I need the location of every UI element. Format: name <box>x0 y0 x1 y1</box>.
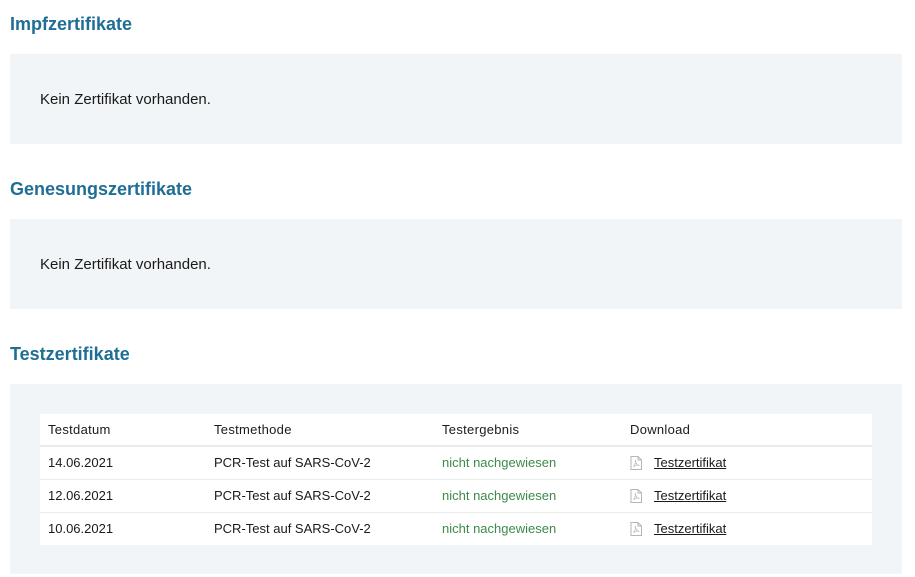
download-cell: Testzertifikat <box>630 447 726 479</box>
column-header-testergebnis: Testergebnis <box>442 422 520 437</box>
column-header-download: Download <box>630 422 691 437</box>
download-testzertifikat-link[interactable]: Testzertifikat <box>654 480 726 512</box>
test-method: PCR-Test auf SARS-CoV-2 <box>214 488 371 503</box>
column-header-testmethode: Testmethode <box>214 422 292 437</box>
download-cell: Testzertifikat <box>630 480 726 512</box>
impfzertifikate-empty-text: Kein Zertifikat vorhanden. <box>40 91 211 108</box>
impfzertifikate-panel: Kein Zertifikat vorhanden. <box>10 54 902 144</box>
table-row: 10.06.2021 PCR-Test auf SARS-CoV-2 nicht… <box>40 513 872 545</box>
table-header-row: Testdatum Testmethode Testergebnis Downl… <box>40 414 872 447</box>
genesungszertifikate-panel: Kein Zertifikat vorhanden. <box>10 219 902 309</box>
test-date: 10.06.2021 <box>48 521 114 536</box>
pdf-file-icon <box>630 456 642 470</box>
table-row: 12.06.2021 PCR-Test auf SARS-CoV-2 nicht… <box>40 480 872 513</box>
column-header-testdatum: Testdatum <box>48 422 111 437</box>
test-certificates-table: Testdatum Testmethode Testergebnis Downl… <box>40 414 872 545</box>
pdf-file-icon <box>630 489 642 503</box>
test-date: 12.06.2021 <box>48 488 114 503</box>
test-method: PCR-Test auf SARS-CoV-2 <box>214 521 371 536</box>
section-title-testzertifikate: Testzertifikate <box>10 344 130 364</box>
genesungszertifikate-empty-text: Kein Zertifikat vorhanden. <box>40 256 211 273</box>
download-testzertifikat-link[interactable]: Testzertifikat <box>654 447 726 479</box>
test-result: nicht nachgewiesen <box>442 455 557 470</box>
section-title-impfzertifikate: Impfzertifikate <box>10 14 133 34</box>
testzertifikate-panel: Testdatum Testmethode Testergebnis Downl… <box>10 384 902 574</box>
download-cell: Testzertifikat <box>630 513 726 545</box>
pdf-file-icon <box>630 522 642 536</box>
test-date: 14.06.2021 <box>48 455 114 470</box>
section-title-genesungszertifikate: Genesungszertifikate <box>10 179 193 199</box>
download-testzertifikat-link[interactable]: Testzertifikat <box>654 513 726 545</box>
test-method: PCR-Test auf SARS-CoV-2 <box>214 455 371 470</box>
test-result: nicht nachgewiesen <box>442 521 557 536</box>
table-row: 14.06.2021 PCR-Test auf SARS-CoV-2 nicht… <box>40 447 872 480</box>
test-result: nicht nachgewiesen <box>442 488 557 503</box>
